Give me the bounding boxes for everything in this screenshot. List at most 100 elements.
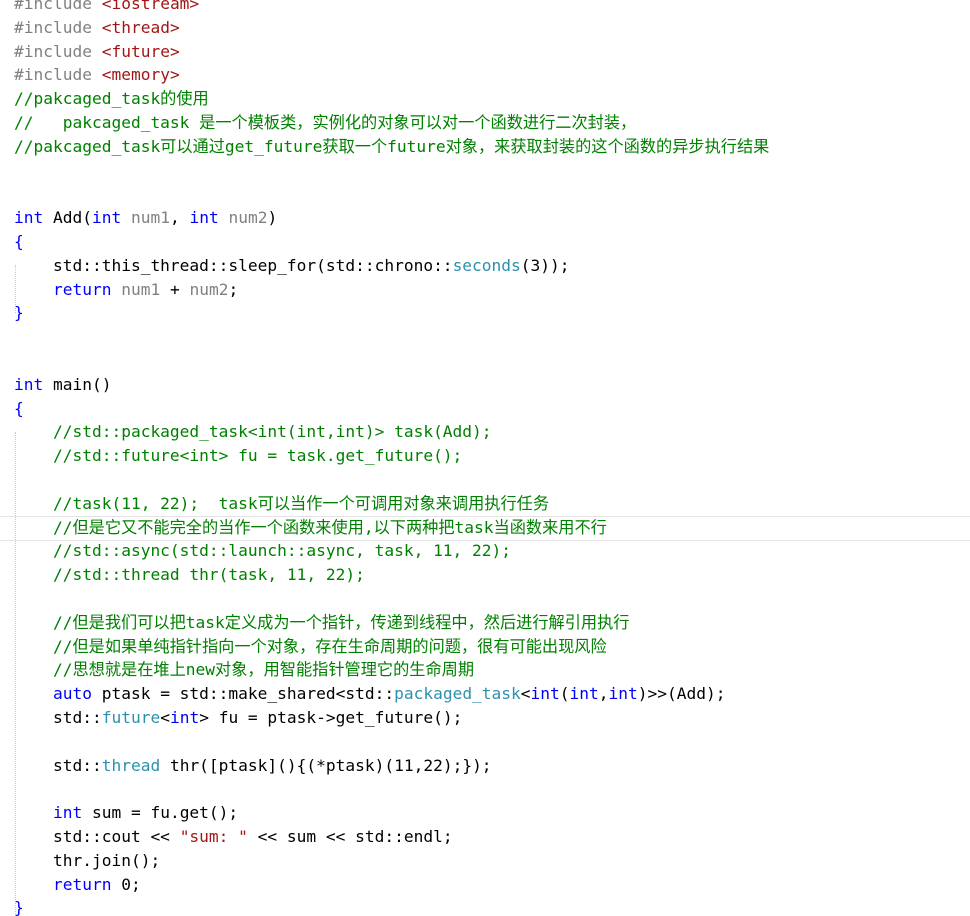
code-line-text: #include <memory> — [14, 63, 180, 87]
code-token: //思想就是在堆上new对象，用智能指针管理它的生命周期 — [14, 660, 475, 680]
code-line[interactable]: int Add(int num1, int num2) — [0, 206, 970, 230]
code-line-text: return num1 + num2; — [14, 278, 238, 302]
code-token: //但是如果单纯指针指向一个对象，存在生命周期的问题，很有可能出现风险 — [14, 636, 607, 656]
code-line-text: thr.join(); — [14, 849, 160, 873]
code-token: //task(11, 22); task可以当作一个可调用对象来调用执行任务 — [14, 493, 550, 513]
code-line-text: //pakcaged_task可以通过get_future获取一个future对… — [14, 135, 769, 159]
code-token: #include — [14, 65, 102, 85]
code-line[interactable] — [0, 325, 970, 349]
code-line[interactable]: //std::thread thr(task, 11, 22); — [0, 563, 970, 587]
code-line-text: //思想就是在堆上new对象，用智能指针管理它的生命周期 — [14, 658, 474, 682]
code-line[interactable]: //task(11, 22); task可以当作一个可调用对象来调用执行任务 — [0, 492, 970, 516]
code-line-text: // pakcaged_task 是一个模板类，实例化的对象可以对一个函数进行二… — [14, 111, 636, 135]
code-line[interactable]: //std::packaged_task<int(int,int)> task(… — [0, 420, 970, 444]
code-line[interactable]: return 0; — [0, 873, 970, 897]
code-token: ptask = std::make_shared<std:: — [91, 684, 395, 704]
code-token: packaged_task — [394, 684, 521, 704]
code-token: <iostream> — [101, 0, 200, 13]
code-line[interactable] — [0, 349, 970, 373]
code-token: std:: — [14, 708, 102, 727]
code-token: return — [52, 874, 112, 894]
code-line-text: //std::async(std::launch::async, task, 1… — [14, 539, 511, 563]
code-token: int — [14, 374, 44, 394]
code-line-text: int main() — [14, 373, 111, 397]
code-line[interactable]: { — [0, 397, 970, 421]
code-line[interactable]: #include <thread> — [0, 16, 970, 40]
code-line[interactable]: { — [0, 230, 970, 254]
code-line[interactable] — [0, 730, 970, 754]
code-token: <memory> — [101, 65, 180, 85]
code-line-text: #include <thread> — [14, 16, 180, 40]
code-token: num2 — [189, 279, 229, 299]
code-token: num1 — [130, 208, 170, 228]
code-line[interactable]: //pakcaged_task的使用 — [0, 87, 970, 111]
code-line[interactable] — [0, 777, 970, 801]
code-line[interactable]: } — [0, 896, 970, 916]
code-token: //pakcaged_task可以通过get_future获取一个future对… — [14, 136, 770, 156]
code-line[interactable]: #include <iostream> — [0, 0, 970, 16]
code-line[interactable]: #include <memory> — [0, 63, 970, 87]
code-token: int — [189, 208, 219, 228]
code-line[interactable]: //但是我们可以把task定义成为一个指针，传递到线程中，然后进行解引用执行 — [0, 611, 970, 635]
code-line-text: //std::packaged_task<int(int,int)> task(… — [14, 420, 492, 444]
code-line[interactable]: //std::async(std::launch::async, task, 1… — [0, 539, 970, 563]
code-line-text: //但是我们可以把task定义成为一个指针，传递到线程中，然后进行解引用执行 — [14, 611, 630, 635]
code-line[interactable]: int main() — [0, 373, 970, 397]
code-token: int — [91, 208, 122, 228]
code-token: ) — [267, 208, 278, 228]
code-line[interactable] — [0, 159, 970, 183]
code-line[interactable]: std::this_thread::sleep_for(std::chrono:… — [0, 254, 970, 278]
code-token: //pakcaged_task的使用 — [14, 89, 209, 109]
code-token: seconds — [452, 255, 521, 275]
code-token: // pakcaged_task 是一个模板类，实例化的对象可以对一个函数进行二… — [14, 113, 637, 132]
code-token: )>>(Add); — [637, 684, 726, 704]
code-editor[interactable]: #include <iostream> #include <thread> #inc… — [0, 0, 970, 916]
code-line-text: { — [14, 397, 24, 421]
code-token: //但是它又不能完全的当作一个函数来使用,以下两种把task当函数来用不行 — [14, 517, 607, 537]
code-line[interactable]: //但是它又不能完全的当作一个函数来使用,以下两种把task当函数来用不行 — [0, 516, 970, 540]
code-line[interactable]: //思想就是在堆上new对象，用智能指针管理它的生命周期 — [0, 658, 970, 682]
code-token: + — [160, 279, 190, 299]
code-line[interactable]: std::thread thr([ptask](){(*ptask)(11,22… — [0, 754, 970, 778]
code-line-text: //但是它又不能完全的当作一个函数来使用,以下两种把task当函数来用不行 — [14, 516, 607, 540]
code-line[interactable]: return num1 + num2; — [0, 278, 970, 302]
code-line[interactable]: } — [0, 301, 970, 325]
code-token: int — [569, 684, 599, 704]
code-token: int — [169, 708, 200, 727]
code-line[interactable]: // pakcaged_task 是一个模板类，实例化的对象可以对一个函数进行二… — [0, 111, 970, 135]
code-token: { — [14, 398, 24, 418]
code-line[interactable]: thr.join(); — [0, 849, 970, 873]
code-line[interactable]: //pakcaged_task可以通过get_future获取一个future对… — [0, 135, 970, 159]
code-line[interactable]: //std::future<int> fu = task.get_future(… — [0, 444, 970, 468]
code-token: #include — [14, 17, 102, 37]
code-token: num1 — [121, 279, 161, 299]
code-line[interactable]: std::future<int> fu = ptask->get_future(… — [0, 706, 970, 730]
code-line[interactable] — [0, 468, 970, 492]
code-token: num2 — [228, 208, 268, 228]
code-line-text: int sum = fu.get(); — [14, 801, 238, 825]
code-line[interactable]: int sum = fu.get(); — [0, 801, 970, 825]
code-line-text: { — [14, 230, 24, 254]
code-token: } — [14, 898, 24, 916]
code-token: } — [14, 303, 24, 323]
code-line-text: //但是如果单纯指针指向一个对象，存在生命周期的问题，很有可能出现风险 — [14, 635, 607, 659]
code-token: //但是我们可以把task定义成为一个指针，传递到线程中，然后进行解引用执行 — [14, 612, 630, 632]
code-line[interactable] — [0, 587, 970, 611]
code-line[interactable]: std::cout << "sum: " << sum << std::endl… — [0, 825, 970, 849]
code-line-text: #include <future> — [14, 40, 180, 64]
code-line[interactable]: //但是如果单纯指针指向一个对象，存在生命周期的问题，很有可能出现风险 — [0, 635, 970, 659]
code-line[interactable]: #include <future> — [0, 40, 970, 64]
code-token: thr.join(); — [14, 850, 161, 870]
code-line[interactable]: auto ptask = std::make_shared<std::packa… — [0, 682, 970, 706]
code-token: sum = fu.get(); — [82, 803, 239, 823]
code-line[interactable] — [0, 182, 970, 206]
code-line-text: //std::future<int> fu = task.get_future(… — [14, 444, 462, 468]
code-token: int — [14, 208, 44, 228]
code-token: thread — [101, 755, 161, 775]
code-line-text: int Add(int num1, int num2) — [14, 206, 277, 230]
code-line-text: #include <iostream> — [14, 0, 199, 16]
code-token: std::this_thread::sleep_for(std::chrono:… — [14, 255, 453, 275]
